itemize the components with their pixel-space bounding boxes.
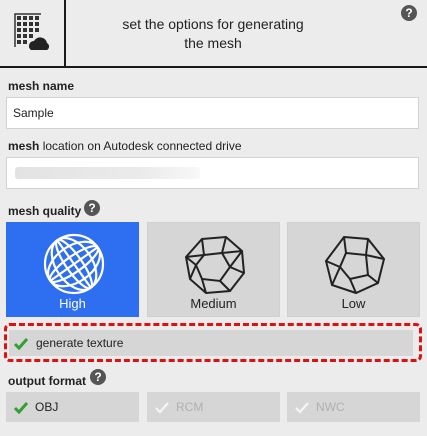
mesh-name-input[interactable]: Sample [6,97,419,129]
checkmark-icon [295,401,309,414]
quality-low-label: Low [341,296,366,311]
quality-option-low[interactable]: Low [287,222,420,317]
mesh-location-label: mesh location on Autodesk connected driv… [8,139,242,153]
format-nwc-label: NWC [316,400,345,414]
mesh-name-value: Sample [13,106,54,120]
highlight-outline [4,323,422,362]
redacted-location [15,167,200,179]
mesh-quality-label: mesh quality [8,204,82,218]
output-format-help-icon[interactable]: ? [90,369,106,385]
mesh-name-label: mesh name [8,79,75,93]
header-title: set the options for generating the mesh [122,16,304,51]
quality-option-medium[interactable]: Medium [147,222,280,317]
format-option-nwc: NWC [287,392,420,422]
polyhedron-medium-icon [184,235,246,295]
mesh-location-label-bold: mesh [8,139,40,153]
mesh-quality-help-icon[interactable]: ? [84,200,100,216]
polyhedron-low-icon [324,235,386,295]
checkmark-icon [14,401,28,414]
header-divider [0,66,427,68]
quality-high-label: High [59,296,86,311]
format-rcm-label: RCM [176,400,204,414]
format-obj-label: OBJ [35,400,59,414]
header: set the options for generating the mesh … [0,0,427,66]
quality-medium-label: Medium [190,296,237,311]
output-format-label: output format [8,374,86,388]
mesh-location-input[interactable] [6,157,419,189]
quality-option-high[interactable]: High [6,222,139,317]
mesh-location-label-rest: location on Autodesk connected drive [39,139,242,153]
checkmark-icon [155,401,169,414]
building-cloud-icon [14,13,50,50]
format-option-obj[interactable]: OBJ [6,392,139,422]
format-option-rcm: RCM [147,392,280,422]
app-icon-box [0,0,66,66]
sphere-mesh-icon [43,233,105,295]
help-icon[interactable]: ? [401,5,417,21]
